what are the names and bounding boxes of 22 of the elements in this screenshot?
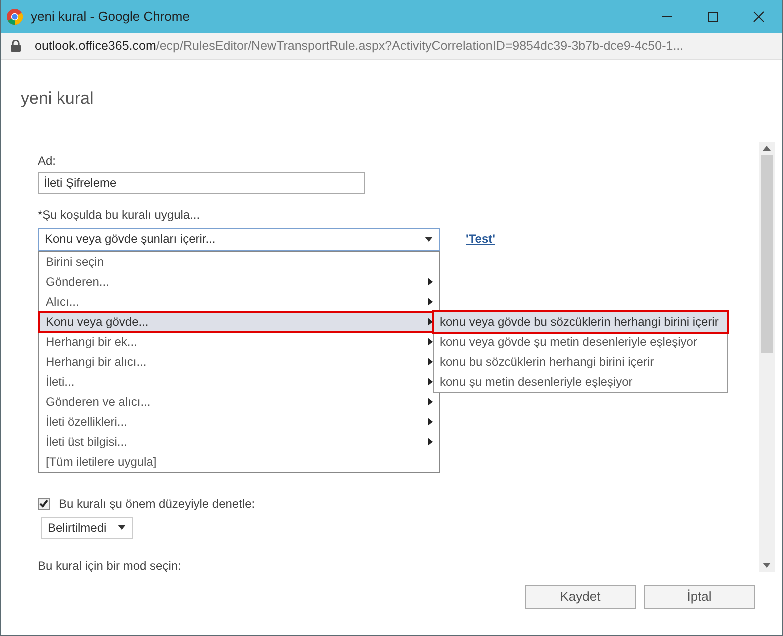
name-input[interactable]: İleti Şifreleme (38, 172, 365, 194)
window-title: yeni kural - Google Chrome (31, 8, 191, 26)
dialog-title: yeni kural (21, 88, 94, 110)
caret-icon (118, 525, 126, 530)
lock-icon (11, 40, 21, 52)
scrollbar[interactable] (759, 142, 775, 572)
condition-dropdown[interactable]: Konu veya gövde şunları içerir... (38, 228, 440, 250)
scroll-up-icon[interactable] (763, 146, 771, 150)
test-link[interactable]: 'Test' (466, 230, 496, 248)
submenu-item[interactable]: konu veya gövde bu sözcüklerin herhangi birini içerir (434, 312, 727, 332)
cancel-button[interactable]: İptal (644, 584, 755, 608)
scroll-down-icon[interactable] (763, 562, 771, 568)
audit-checkbox[interactable] (38, 498, 50, 510)
severity-dropdown[interactable]: Belirtilmedi (41, 516, 133, 538)
save-button[interactable]: Kaydet (525, 584, 636, 608)
browser-logo-icon (7, 8, 23, 24)
maximize-icon[interactable] (707, 10, 719, 22)
field-label: Ad: (38, 152, 58, 170)
caret-icon (425, 236, 433, 242)
checkbox-label: Bu kuralı şu önem düzeyiyle denetle: (59, 496, 256, 512)
field-label: *Şu koşulda bu kuralı uygula... (38, 206, 202, 224)
close-icon[interactable] (753, 10, 765, 22)
